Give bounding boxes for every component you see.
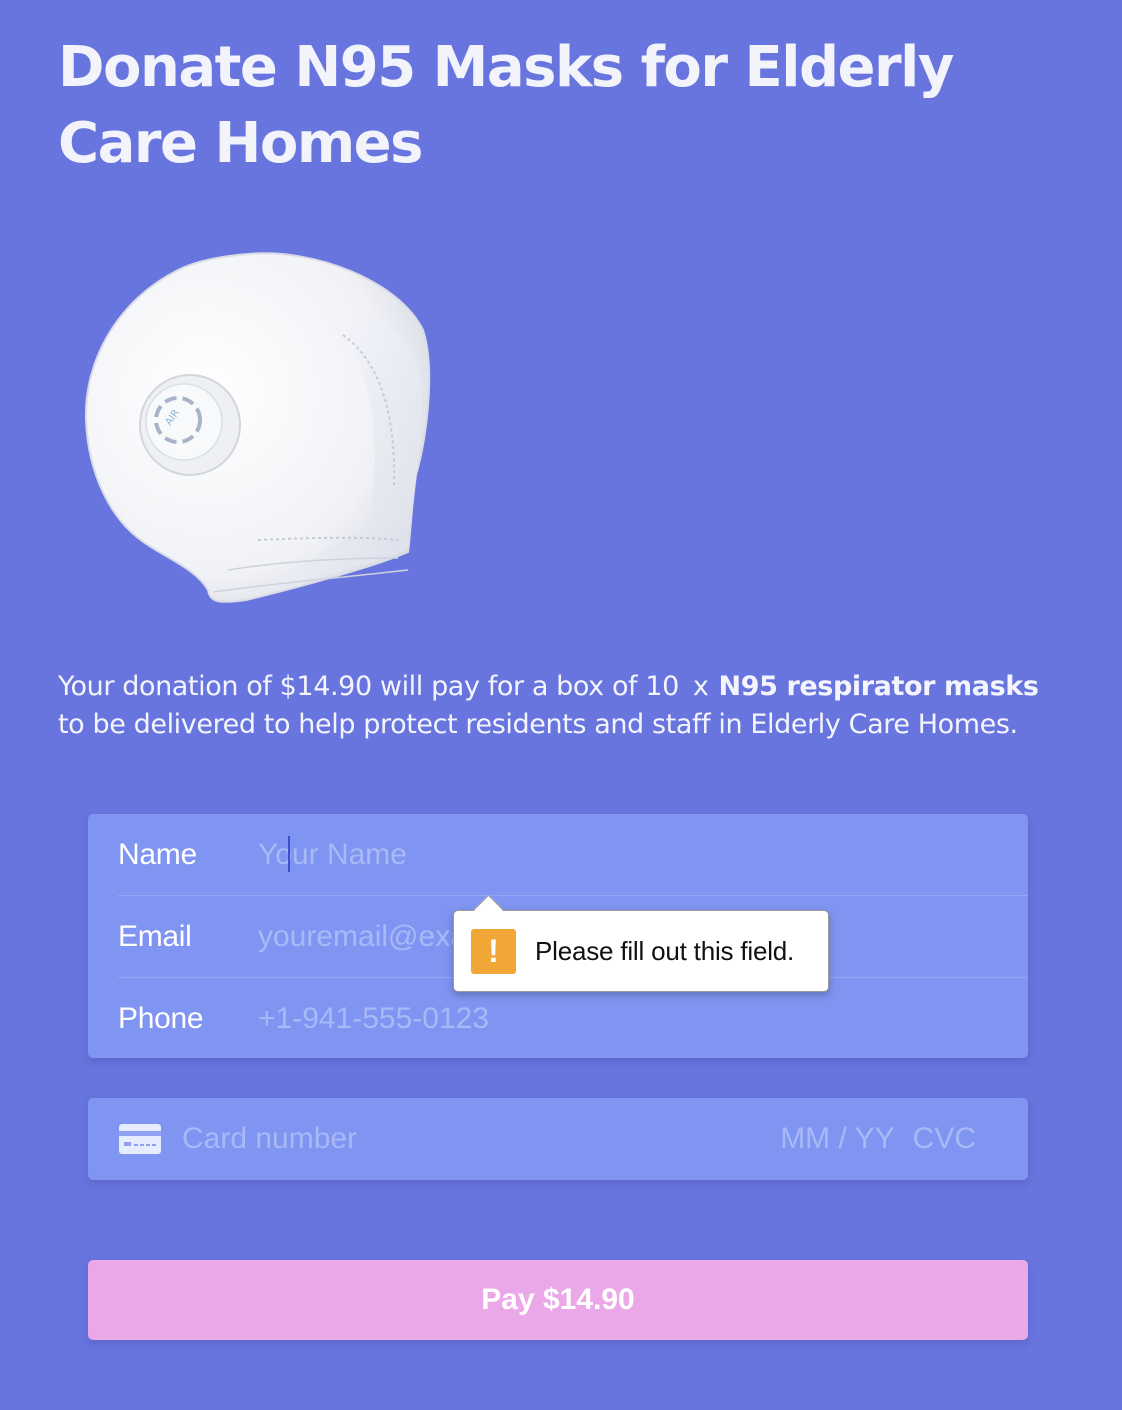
pay-button[interactable]: Pay $14.90 [88, 1260, 1028, 1340]
warning-icon: ! [471, 928, 516, 974]
validation-message: Please fill out this field. [535, 935, 795, 966]
n95-mask-image: AIR [78, 240, 438, 620]
page-title: Donate N95 Masks for Elderly Care Homes [58, 35, 954, 176]
card-number-input[interactable]: Card number [182, 1122, 780, 1156]
donation-description: Your donation of $14.90 will pay for a b… [58, 671, 1039, 740]
email-label: Email [118, 919, 192, 953]
validation-tooltip: ! Please fill out this field. [453, 894, 829, 992]
name-label: Name [118, 837, 197, 871]
phone-input[interactable] [258, 988, 1028, 1049]
card-cvc-input[interactable]: CVC [913, 1122, 976, 1156]
text-caret [288, 836, 290, 872]
credit-card-icon [119, 1124, 161, 1154]
name-row: Name [118, 814, 1028, 895]
card-element[interactable]: Card number MM / YY CVC [88, 1098, 1028, 1180]
card-expiry-input[interactable]: MM / YY [780, 1122, 894, 1156]
name-input[interactable] [258, 824, 1028, 885]
phone-label: Phone [118, 1001, 204, 1035]
